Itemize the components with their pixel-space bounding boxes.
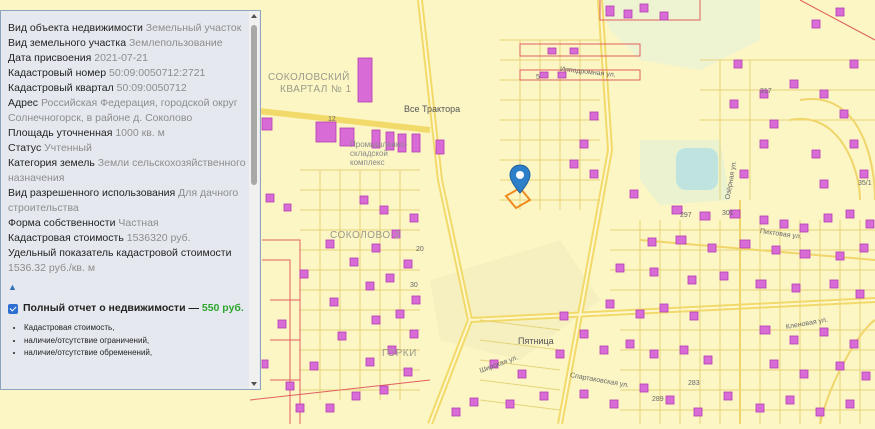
info-value: Землепользование <box>128 37 223 49</box>
house-number: 283 <box>688 380 700 387</box>
house-number: 20 <box>416 246 424 253</box>
report-features: Кадастровая стоимость, наличие/отсутстви… <box>8 322 246 360</box>
info-row-cadastral-quarter: Кадастровый квартал 50:09:0050712 <box>8 81 246 96</box>
list-item: наличие/отсутствие ограничений, <box>24 335 246 348</box>
info-value: 50:09:0050712 <box>116 82 187 94</box>
info-row-cadastral-number: Кадастровый номер 50:09:0050712:2721 <box>8 66 246 81</box>
info-row-ownership: Форма собственности Частная <box>8 216 246 231</box>
info-key: Адрес <box>8 97 39 109</box>
info-row-status: Статус Учтенный <box>8 141 246 156</box>
info-key: Вид объекта недвижимости <box>8 22 143 34</box>
info-key: Дата присвоения <box>8 52 92 64</box>
info-row-cadastral-value: Кадастровая стоимость 1536320 руб. <box>8 231 246 246</box>
house-number: 5 <box>536 74 540 81</box>
property-info-panel[interactable]: Вид объекта недвижимости Земельный участ… <box>0 10 261 390</box>
info-row-date: Дата присвоения 2021-07-21 <box>8 51 246 66</box>
info-value: Земельный участок <box>145 22 242 34</box>
house-number: 35/1 <box>858 180 872 187</box>
info-row-land-category: Категория земель Земли сельскохозяйствен… <box>8 156 246 186</box>
report-checkbox[interactable] <box>8 304 18 314</box>
report-title-text: Полный отчет о недвижимости — <box>23 302 199 314</box>
info-value: 1000 кв. м <box>115 127 165 139</box>
list-item: наличие/отсутствие обременений, <box>24 347 246 360</box>
info-key: Кадастровый номер <box>8 67 107 79</box>
info-value: Частная <box>118 217 159 229</box>
collapse-arrow-icon[interactable]: ▲ <box>8 280 246 295</box>
info-row-area: Площадь уточненная 1000 кв. м <box>8 126 246 141</box>
location-pin-icon[interactable] <box>509 164 531 194</box>
panel-scrollbar[interactable] <box>249 11 259 389</box>
info-value: Учтенный <box>44 142 92 154</box>
info-value: 2021-07-21 <box>94 52 148 64</box>
full-report-option[interactable]: Полный отчет о недвижимости — 550 руб. <box>8 301 246 316</box>
label-complex-line1: Промышленно- <box>350 140 408 149</box>
info-key: Статус <box>8 142 42 154</box>
info-value: Российская Федерация, городской округ Со… <box>8 97 238 124</box>
info-value: 1536.32 руб./кв. м <box>8 262 96 274</box>
list-item: Кадастровая стоимость, <box>24 322 246 335</box>
label-pyatnitsa[interactable]: Пятница <box>518 336 554 346</box>
info-value: 50:09:0050712:2721 <box>109 67 206 79</box>
label-quarter-line1: СОКОЛОВСКИЙ <box>268 72 350 83</box>
house-number: 301 <box>722 210 734 217</box>
info-key: Удельный показатель кадастровой стоимост… <box>8 247 232 259</box>
label-sokolovo: СОКОЛОВО-2 <box>330 230 401 241</box>
house-number: 289 <box>652 396 664 403</box>
label-complex: Промышленно- складской комплекс <box>350 140 407 167</box>
info-key: Форма собственности <box>8 217 116 229</box>
info-key: Кадастровый квартал <box>8 82 114 94</box>
info-row-unit-value: Удельный показатель кадастровой стоимост… <box>8 246 246 276</box>
scroll-down-arrow-icon[interactable] <box>251 382 257 386</box>
info-key: Площадь уточненная <box>8 127 113 139</box>
report-title: Полный отчет о недвижимости — 550 руб. <box>23 301 244 316</box>
info-value: 1536320 руб. <box>126 232 191 244</box>
scrollbar-thumb[interactable] <box>251 25 257 185</box>
info-row-plot-type: Вид земельного участка Землепользование <box>8 36 246 51</box>
info-row-object-type: Вид объекта недвижимости Земельный участ… <box>8 21 246 36</box>
info-key: Вид земельного участка <box>8 37 127 49</box>
label-quarter-line2: КВАРТАЛ № 1 <box>280 84 352 95</box>
house-number: 297 <box>680 212 692 219</box>
info-key: Вид разрешенного использования <box>8 187 176 199</box>
label-complex-line3: комплекс <box>350 158 385 167</box>
info-key: Категория земель <box>8 157 95 169</box>
label-gorki: ГОРКИ <box>382 348 417 359</box>
info-row-permitted-use: Вид разрешенного использования Для дачно… <box>8 186 246 216</box>
label-complex-line2: складской <box>350 149 388 158</box>
info-row-address: Адрес Российская Федерация, городской ок… <box>8 96 246 126</box>
label-vse-traktora[interactable]: Все Трактора <box>404 104 460 114</box>
scroll-up-arrow-icon[interactable] <box>251 14 257 18</box>
info-key: Кадастровая стоимость <box>8 232 124 244</box>
panel-content: Вид объекта недвижимости Земельный участ… <box>8 21 246 360</box>
house-number: 317 <box>760 88 772 95</box>
house-number: 30 <box>410 282 418 289</box>
report-price: 550 руб. <box>201 302 244 314</box>
house-number: 12 <box>328 116 336 123</box>
